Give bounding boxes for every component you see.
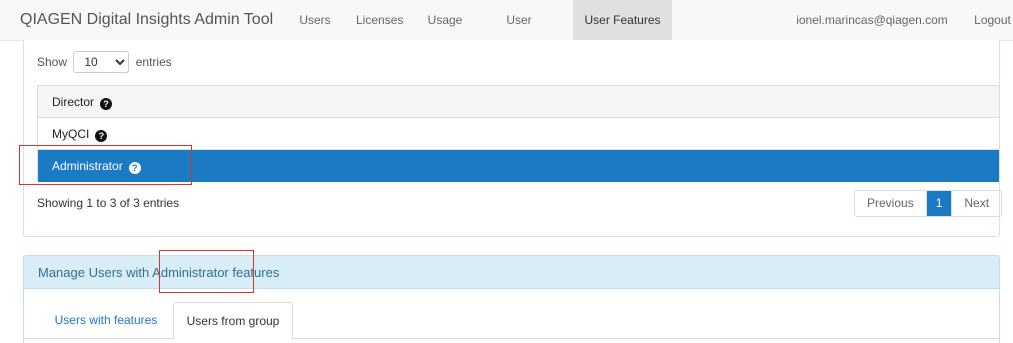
show-label: Show xyxy=(37,55,68,69)
page-length-control: Show 10 entries xyxy=(37,51,172,73)
nav-user-features[interactable]: User Features xyxy=(573,0,672,41)
manage-users-tabs: Users with features Users from group xyxy=(24,302,999,340)
question-icon[interactable]: ? xyxy=(128,162,141,174)
manage-users-panel: Manage Users with Administrator features… xyxy=(23,255,1000,343)
table-info: Showing 1 to 3 of 3 entries xyxy=(37,196,180,210)
question-icon[interactable]: ? xyxy=(95,130,108,142)
previous-button[interactable]: Previous xyxy=(855,191,927,216)
page-1-button[interactable]: 1 xyxy=(926,191,952,216)
table-row-myqci[interactable]: MyQCI? xyxy=(38,118,999,150)
nav-licenses[interactable]: Licenses xyxy=(356,0,403,41)
nav-user-groups[interactable]: User Groups xyxy=(488,0,550,68)
entries-label: entries xyxy=(135,55,172,69)
feature-name: Director xyxy=(52,95,95,109)
app-brand[interactable]: QIAGEN Digital Insights Admin Tool xyxy=(20,11,273,29)
nav-users[interactable]: Users xyxy=(298,0,332,41)
tab-users-with-features[interactable]: Users with features xyxy=(38,302,174,339)
tab-users-from-group[interactable]: Users from group xyxy=(173,302,293,340)
features-table: Director? MyQCI? Administrator? xyxy=(37,85,1000,182)
logout-link[interactable]: Logout xyxy=(972,0,1013,41)
question-icon[interactable]: ? xyxy=(100,98,113,110)
top-navbar: QIAGEN Digital Insights Admin Tool Users… xyxy=(0,0,1013,68)
next-button[interactable]: Next xyxy=(951,191,1001,216)
nav-usage[interactable]: Usage xyxy=(426,0,464,41)
heading-feature: Administrator xyxy=(152,265,229,280)
feature-name: Administrator xyxy=(52,159,123,173)
table-row-administrator[interactable]: Administrator? xyxy=(38,150,999,182)
user-email[interactable]: ionel.marincas@qiagen.com xyxy=(794,0,950,41)
feature-name: MyQCI xyxy=(52,127,90,141)
page-size-select[interactable]: 10 xyxy=(73,51,130,73)
manage-users-heading: Manage Users with Administrator features xyxy=(24,256,999,289)
pagination: Previous 1 Next xyxy=(854,190,1003,217)
heading-suffix: features xyxy=(228,265,280,280)
table-row-director[interactable]: Director? xyxy=(38,86,999,118)
heading-prefix: Manage Users with xyxy=(38,265,153,280)
